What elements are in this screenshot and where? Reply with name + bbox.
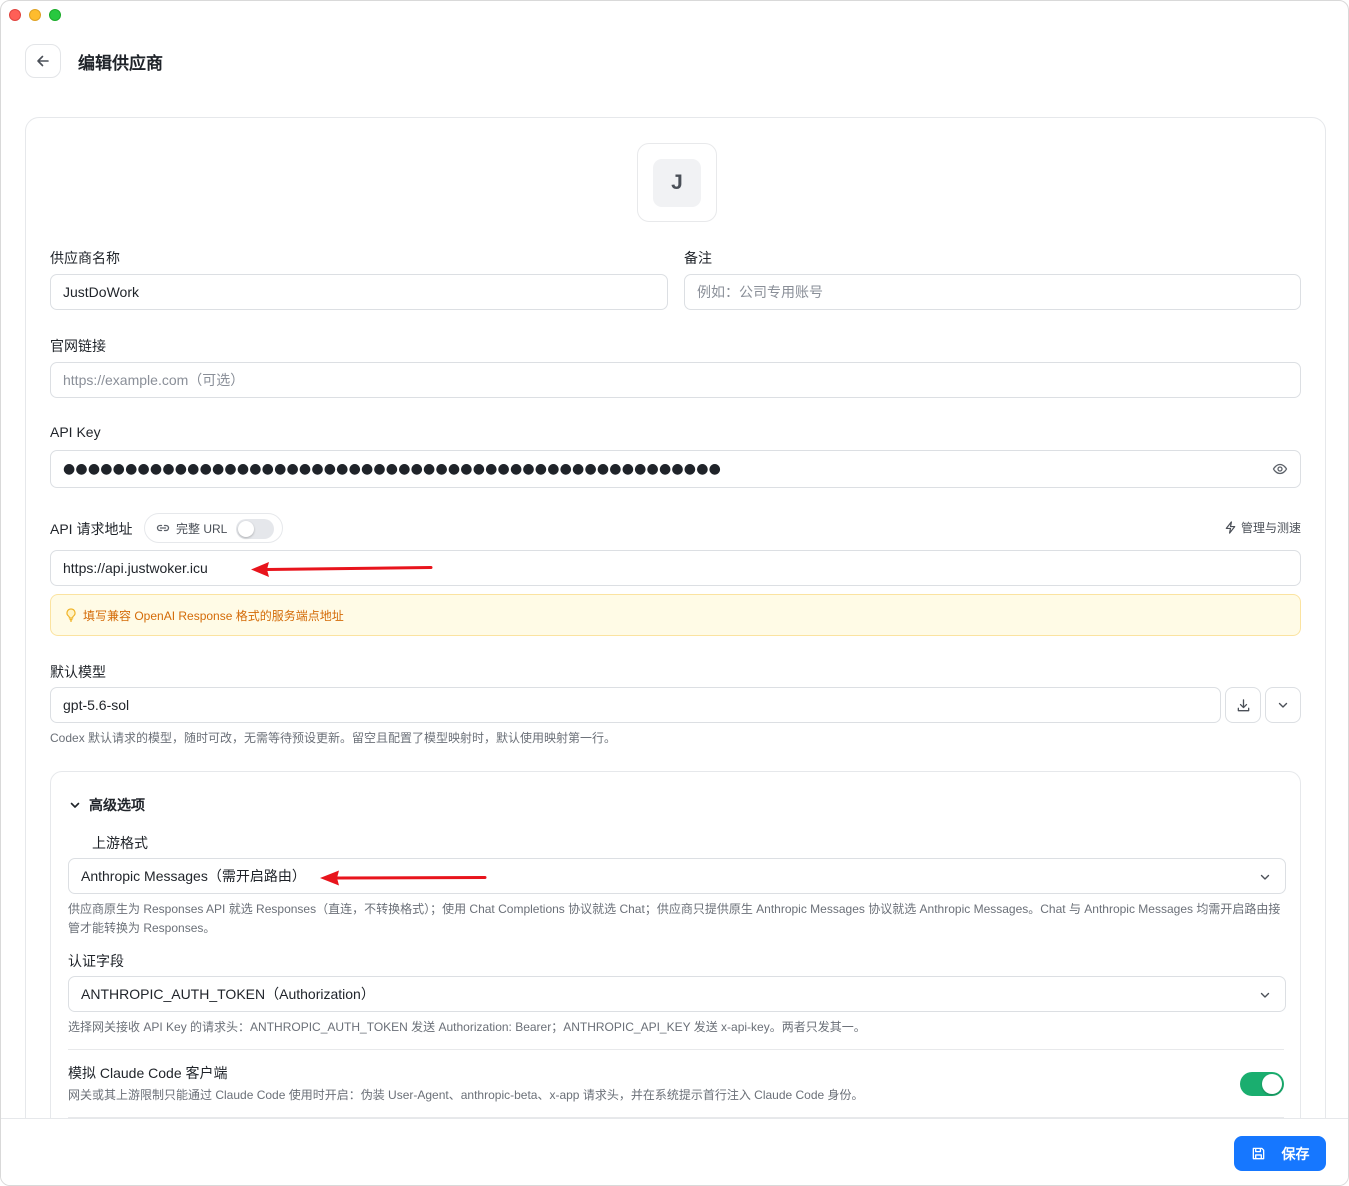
chevron-down-icon [70, 802, 80, 808]
top-bar: 编辑供应商 [25, 44, 163, 78]
full-url-switch[interactable] [236, 519, 274, 539]
full-url-toggle-label: 完整 URL [176, 521, 228, 536]
default-model-label: 默认模型 [50, 664, 106, 680]
footer-bar: 保存 [1, 1118, 1348, 1185]
chevron-down-icon [1260, 874, 1270, 880]
window-controls [9, 9, 61, 21]
upstream-format-select[interactable]: Anthropic Messages（需开启路由） [68, 858, 1286, 894]
advanced-options-title: 高级选项 [89, 797, 145, 813]
provider-form-card: J 供应商名称 备注 官网链接 API Key ●●●●●●●●●●●●●●●●… [25, 117, 1326, 1185]
claude-code-switch[interactable] [1240, 1072, 1284, 1096]
fetch-models-button[interactable] [1225, 687, 1261, 723]
endpoint-hint: 填写兼容 OpenAI Response 格式的服务端点地址 [50, 594, 1301, 636]
chevron-down-icon [1278, 702, 1288, 708]
advanced-options-toggle[interactable]: 高级选项 [69, 795, 145, 815]
claude-code-label: 模拟 Claude Code 客户端 [68, 1065, 228, 1081]
endpoint-label: API 请求地址 [50, 521, 133, 537]
page-title: 编辑供应商 [78, 53, 163, 73]
api-key-label: API Key [50, 424, 101, 440]
auth-field-select[interactable]: ANTHROPIC_AUTH_TOKEN（Authorization） [68, 976, 1286, 1012]
note-input[interactable] [697, 284, 1288, 300]
endpoint-field[interactable] [50, 550, 1301, 586]
upstream-format-help: 供应商原生为 Responses API 就选 Responses（直连，不转换… [68, 902, 1281, 935]
download-icon [1237, 698, 1249, 711]
upstream-format-label: 上游格式 [92, 835, 148, 851]
auth-field-value: ANTHROPIC_AUTH_TOKEN（Authorization） [81, 986, 375, 1002]
save-icon [1252, 1147, 1264, 1160]
divider [68, 1049, 1284, 1050]
api-key-field[interactable]: ●●●●●●●●●●●●●●●●●●●●●●●●●●●●●●●●●●●●●●●●… [50, 450, 1301, 488]
close-window-button[interactable] [9, 9, 21, 21]
api-key-masked-value: ●●●●●●●●●●●●●●●●●●●●●●●●●●●●●●●●●●●●●●●●… [63, 461, 722, 477]
manage-speedtest-link[interactable]: 管理与测速 [1224, 519, 1301, 536]
website-input[interactable] [63, 372, 1288, 388]
name-label: 供应商名称 [50, 250, 120, 266]
model-dropdown-button[interactable] [1265, 687, 1301, 723]
auth-field-label: 认证字段 [68, 953, 124, 969]
link-icon [156, 524, 170, 532]
lightning-icon [1225, 521, 1236, 534]
note-label: 备注 [684, 250, 712, 266]
eye-icon[interactable] [1272, 461, 1288, 477]
minimize-window-button[interactable] [29, 9, 41, 21]
upstream-format-value: Anthropic Messages（需开启路由） [81, 868, 306, 884]
arrow-left-icon [37, 55, 49, 67]
provider-avatar-frame[interactable]: J [637, 143, 717, 222]
name-field[interactable] [50, 274, 668, 310]
name-input[interactable] [63, 284, 655, 300]
save-button[interactable]: 保存 [1234, 1136, 1326, 1171]
endpoint-hint-text: 填写兼容 OpenAI Response 格式的服务端点地址 [83, 608, 344, 623]
website-field[interactable] [50, 362, 1301, 398]
claude-code-help: 网关或其上游限制只能通过 Claude Code 使用时开启：伪装 User-A… [68, 1088, 864, 1102]
default-model-help: Codex 默认请求的模型，随时可改，无需等待预设更新。留空且配置了模型映射时，… [50, 731, 617, 745]
chevron-down-icon [1260, 992, 1270, 998]
full-url-toggle[interactable]: 完整 URL [144, 513, 283, 543]
default-model-input[interactable] [63, 697, 1208, 713]
zoom-window-button[interactable] [49, 9, 61, 21]
save-button-label: 保存 [1281, 1145, 1310, 1162]
provider-avatar: J [653, 158, 701, 207]
auth-field-help: 选择网关接收 API Key 的请求头：ANTHROPIC_AUTH_TOKEN… [68, 1020, 866, 1034]
endpoint-input[interactable] [63, 560, 1288, 576]
app-window: 编辑供应商 J 供应商名称 备注 官网链接 API Key ●●●●●●●●●●… [0, 0, 1349, 1186]
switch-knob [238, 521, 254, 537]
default-model-field[interactable] [50, 687, 1221, 723]
manage-speedtest-label: 管理与测速 [1240, 521, 1301, 535]
back-button[interactable] [25, 44, 61, 78]
lightbulb-icon [66, 608, 76, 622]
switch-knob [1262, 1074, 1282, 1094]
website-label: 官网链接 [50, 338, 106, 354]
note-field[interactable] [684, 274, 1301, 310]
